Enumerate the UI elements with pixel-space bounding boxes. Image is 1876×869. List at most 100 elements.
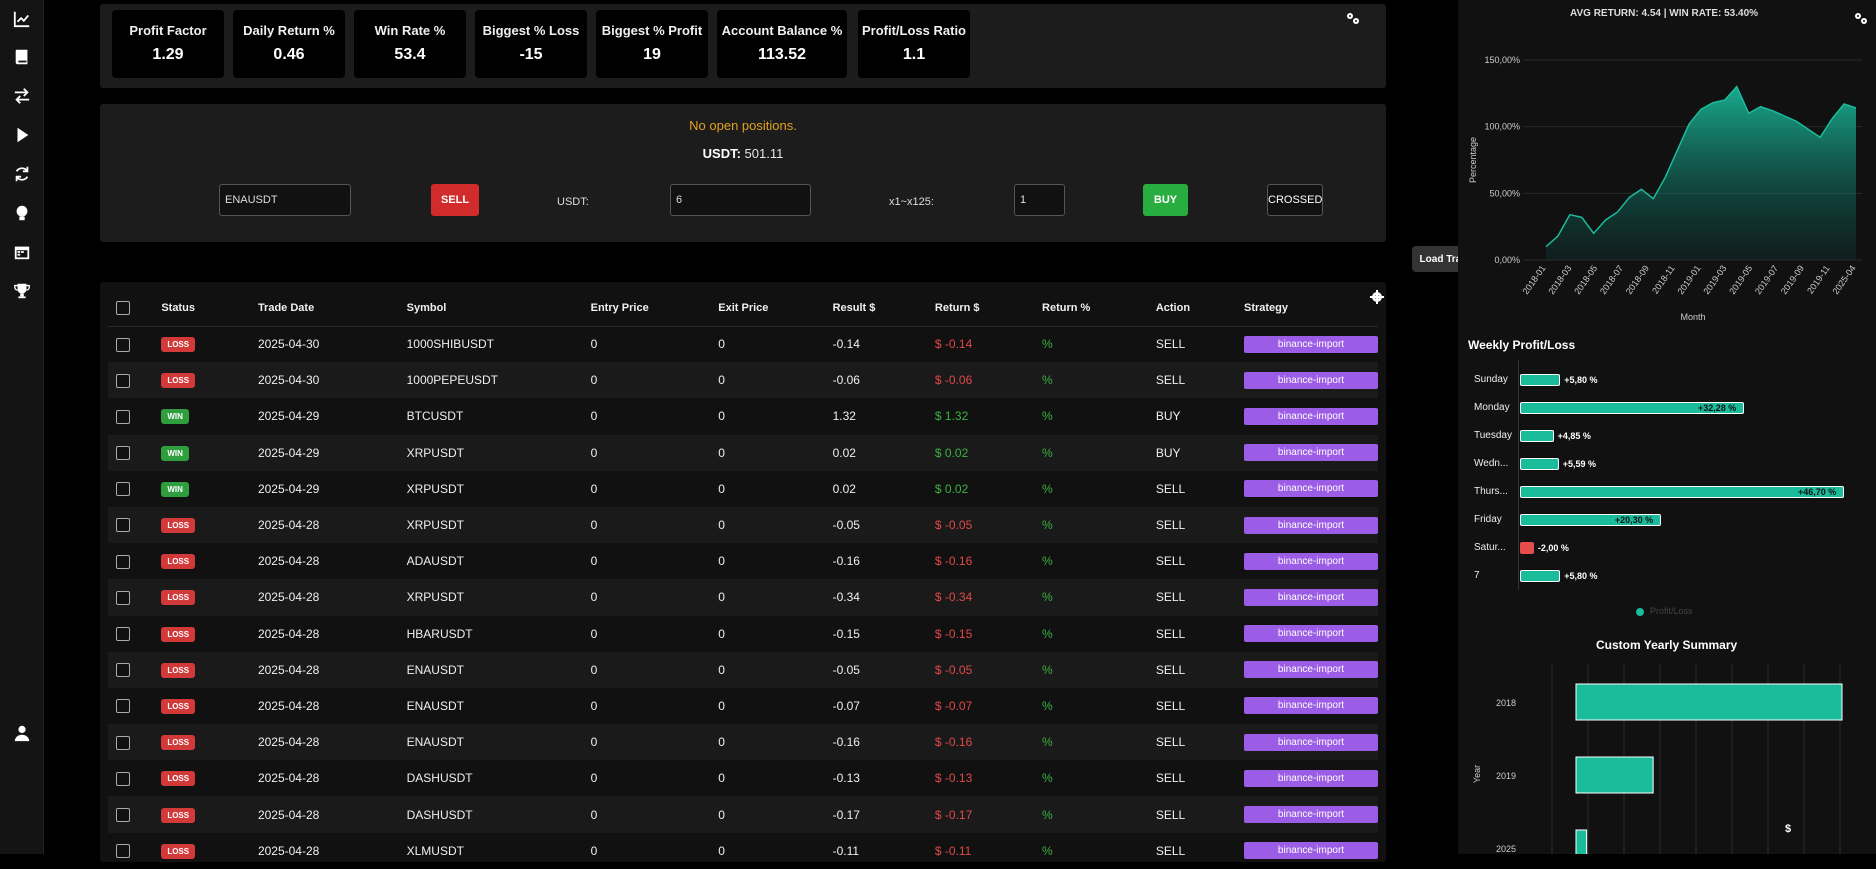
strategy-badge[interactable]: binance-import: [1244, 407, 1378, 425]
exchange-icon[interactable]: [12, 86, 32, 106]
strategy-badge[interactable]: binance-import: [1244, 806, 1378, 824]
lightbulb-icon[interactable]: [12, 203, 32, 223]
row-checkbox[interactable]: [116, 771, 130, 786]
table-row[interactable]: LOSS 2025-04-28 ENAUSDT 0 0 -0.05 $ -0.0…: [108, 651, 1378, 688]
strategy-badge[interactable]: binance-import: [1244, 697, 1378, 715]
user-icon[interactable]: [12, 723, 32, 743]
table-row[interactable]: LOSS 2025-04-30 1000PEPEUSDT 0 0 -0.06 $…: [108, 362, 1378, 399]
row-checkbox[interactable]: [116, 663, 130, 678]
chart-line-icon[interactable]: [12, 9, 32, 29]
margin-mode-button[interactable]: CROSSED: [1267, 184, 1323, 216]
x-tick-label: 2019-07: [1753, 263, 1780, 296]
weekly-day-label: 7: [1474, 570, 1480, 581]
header-trade-date[interactable]: Trade Date: [257, 290, 407, 327]
header-status[interactable]: Status: [161, 290, 258, 327]
strategy-badge[interactable]: binance-import: [1244, 625, 1378, 643]
trophy-icon[interactable]: [12, 281, 32, 301]
strategy-badge[interactable]: binance-import: [1244, 444, 1378, 462]
leverage-label: x1~x125:: [889, 196, 934, 208]
strategy-badge[interactable]: binance-import: [1244, 661, 1378, 679]
table-row[interactable]: WIN 2025-04-29 XRPUSDT 0 0 0.02 $ 0.02 %…: [108, 434, 1378, 471]
row-checkbox[interactable]: [116, 554, 130, 569]
row-checkbox[interactable]: [116, 844, 130, 859]
weekly-bar[interactable]: [1520, 374, 1561, 386]
weekly-bar[interactable]: [1520, 430, 1554, 442]
book-icon[interactable]: [12, 47, 32, 67]
trades-table-panel: Status Trade Date Symbol Entry Price Exi…: [100, 282, 1386, 862]
header-return-usd[interactable]: Return $: [934, 290, 1043, 327]
table-row[interactable]: LOSS 2025-04-28 XRPUSDT 0 0 -0.34 $ -0.3…: [108, 579, 1378, 616]
header-action[interactable]: Action: [1155, 290, 1244, 327]
row-checkbox[interactable]: [116, 482, 130, 497]
strategy-badge[interactable]: binance-import: [1244, 371, 1378, 389]
table-row[interactable]: LOSS 2025-04-28 DASHUSDT 0 0 -0.13 $ -0.…: [108, 760, 1378, 796]
strategy-badge[interactable]: binance-import: [1244, 769, 1378, 787]
table-row[interactable]: LOSS 2025-04-28 XRPUSDT 0 0 -0.05 $ -0.0…: [108, 506, 1378, 544]
table-row[interactable]: LOSS 2025-04-28 DASHUSDT 0 0 -0.17 $ -0.…: [108, 796, 1378, 833]
weekly-bar[interactable]: [1520, 458, 1559, 470]
table-row[interactable]: LOSS 2025-04-28 ENAUSDT 0 0 -0.16 $ -0.1…: [108, 724, 1378, 761]
weekly-day-label: Satur...: [1474, 542, 1506, 553]
amount-input[interactable]: [670, 184, 811, 216]
trade-date-cell: 2025-04-28: [257, 771, 320, 786]
yearly-bar: [1575, 683, 1843, 721]
table-row[interactable]: LOSS 2025-04-28 ENAUSDT 0 0 -0.07 $ -0.0…: [108, 688, 1378, 724]
row-checkbox[interactable]: [116, 373, 130, 388]
select-all-checkbox[interactable]: [116, 300, 130, 315]
weekly-day-label: Thurs...: [1474, 486, 1508, 497]
table-row[interactable]: WIN 2025-04-29 BTCUSDT 0 0 1.32 $ 1.32 %…: [108, 398, 1378, 434]
table-row[interactable]: LOSS 2025-04-30 1000SHIBUSDT 0 0 -0.14 $…: [108, 326, 1378, 362]
strategy-badge[interactable]: binance-import: [1244, 842, 1378, 860]
header-result[interactable]: Result $: [832, 290, 935, 327]
header-symbol[interactable]: Symbol: [406, 290, 591, 327]
row-checkbox[interactable]: [116, 590, 130, 605]
kpi-settings-gear-icon[interactable]: [1346, 12, 1360, 26]
row-checkbox[interactable]: [116, 699, 130, 714]
return-pct-cell: %: [1042, 796, 1156, 833]
weekly-bar[interactable]: [1520, 570, 1561, 582]
row-checkbox[interactable]: [116, 518, 130, 533]
symbol-cell: ENAUSDT: [406, 698, 464, 713]
row-checkbox[interactable]: [116, 337, 130, 352]
sync-icon[interactable]: [12, 164, 32, 184]
entry-price-cell: 0: [590, 698, 598, 713]
status-badge: LOSS: [161, 590, 196, 606]
strategy-badge[interactable]: binance-import: [1244, 335, 1378, 353]
header-return-pct[interactable]: Return %: [1042, 290, 1156, 327]
row-checkbox[interactable]: [116, 735, 130, 750]
kpi-label: Profit/Loss Ratio: [861, 23, 966, 38]
weekly-bar[interactable]: [1520, 542, 1534, 554]
table-row[interactable]: WIN 2025-04-29 XRPUSDT 0 0 0.02 $ 0.02 %…: [108, 471, 1378, 507]
table-row[interactable]: LOSS 2025-04-28 ADAUSDT 0 0 -0.16 $ -0.1…: [108, 543, 1378, 579]
strategy-badge[interactable]: binance-import: [1244, 588, 1378, 606]
buy-button[interactable]: BUY: [1143, 184, 1188, 216]
strategy-badge[interactable]: binance-import: [1244, 733, 1378, 751]
x-tick-label: 2018-09: [1624, 263, 1651, 296]
row-checkbox[interactable]: [116, 807, 130, 822]
row-checkbox[interactable]: [116, 409, 130, 424]
table-row[interactable]: LOSS 2025-04-28 HBARUSDT 0 0 -0.15 $ -0.…: [108, 616, 1378, 652]
weekly-bar[interactable]: [1520, 486, 1844, 498]
return-pct-cell: %: [1042, 626, 1053, 641]
table-row[interactable]: LOSS 2025-04-28 XLMUSDT 0 0 -0.11 $ -0.1…: [108, 833, 1378, 869]
row-checkbox[interactable]: [116, 446, 130, 461]
action-cell: SELL: [1155, 579, 1244, 616]
weekly-value-label: +20,30 %: [1614, 515, 1654, 525]
play-icon[interactable]: [12, 125, 32, 145]
header-exit-price[interactable]: Exit Price: [718, 290, 833, 327]
kpi-label: Profit Factor: [129, 23, 207, 38]
return-pct-cell: %: [1042, 698, 1053, 713]
strategy-badge[interactable]: binance-import: [1244, 480, 1378, 498]
row-checkbox[interactable]: [116, 627, 130, 641]
action-cell: SELL: [1155, 796, 1244, 833]
header-entry-price[interactable]: Entry Price: [590, 290, 719, 327]
calendar-icon[interactable]: [12, 242, 32, 262]
symbol-input[interactable]: [219, 184, 351, 216]
action-cell: SELL: [1155, 506, 1244, 544]
header-strategy[interactable]: Strategy: [1244, 290, 1378, 327]
leverage-input[interactable]: [1014, 184, 1065, 216]
sell-button[interactable]: SELL: [431, 184, 479, 216]
strategy-badge[interactable]: binance-import: [1244, 516, 1378, 534]
strategy-badge[interactable]: binance-import: [1244, 552, 1378, 570]
y-tick-label: 0,00%: [1494, 255, 1520, 265]
